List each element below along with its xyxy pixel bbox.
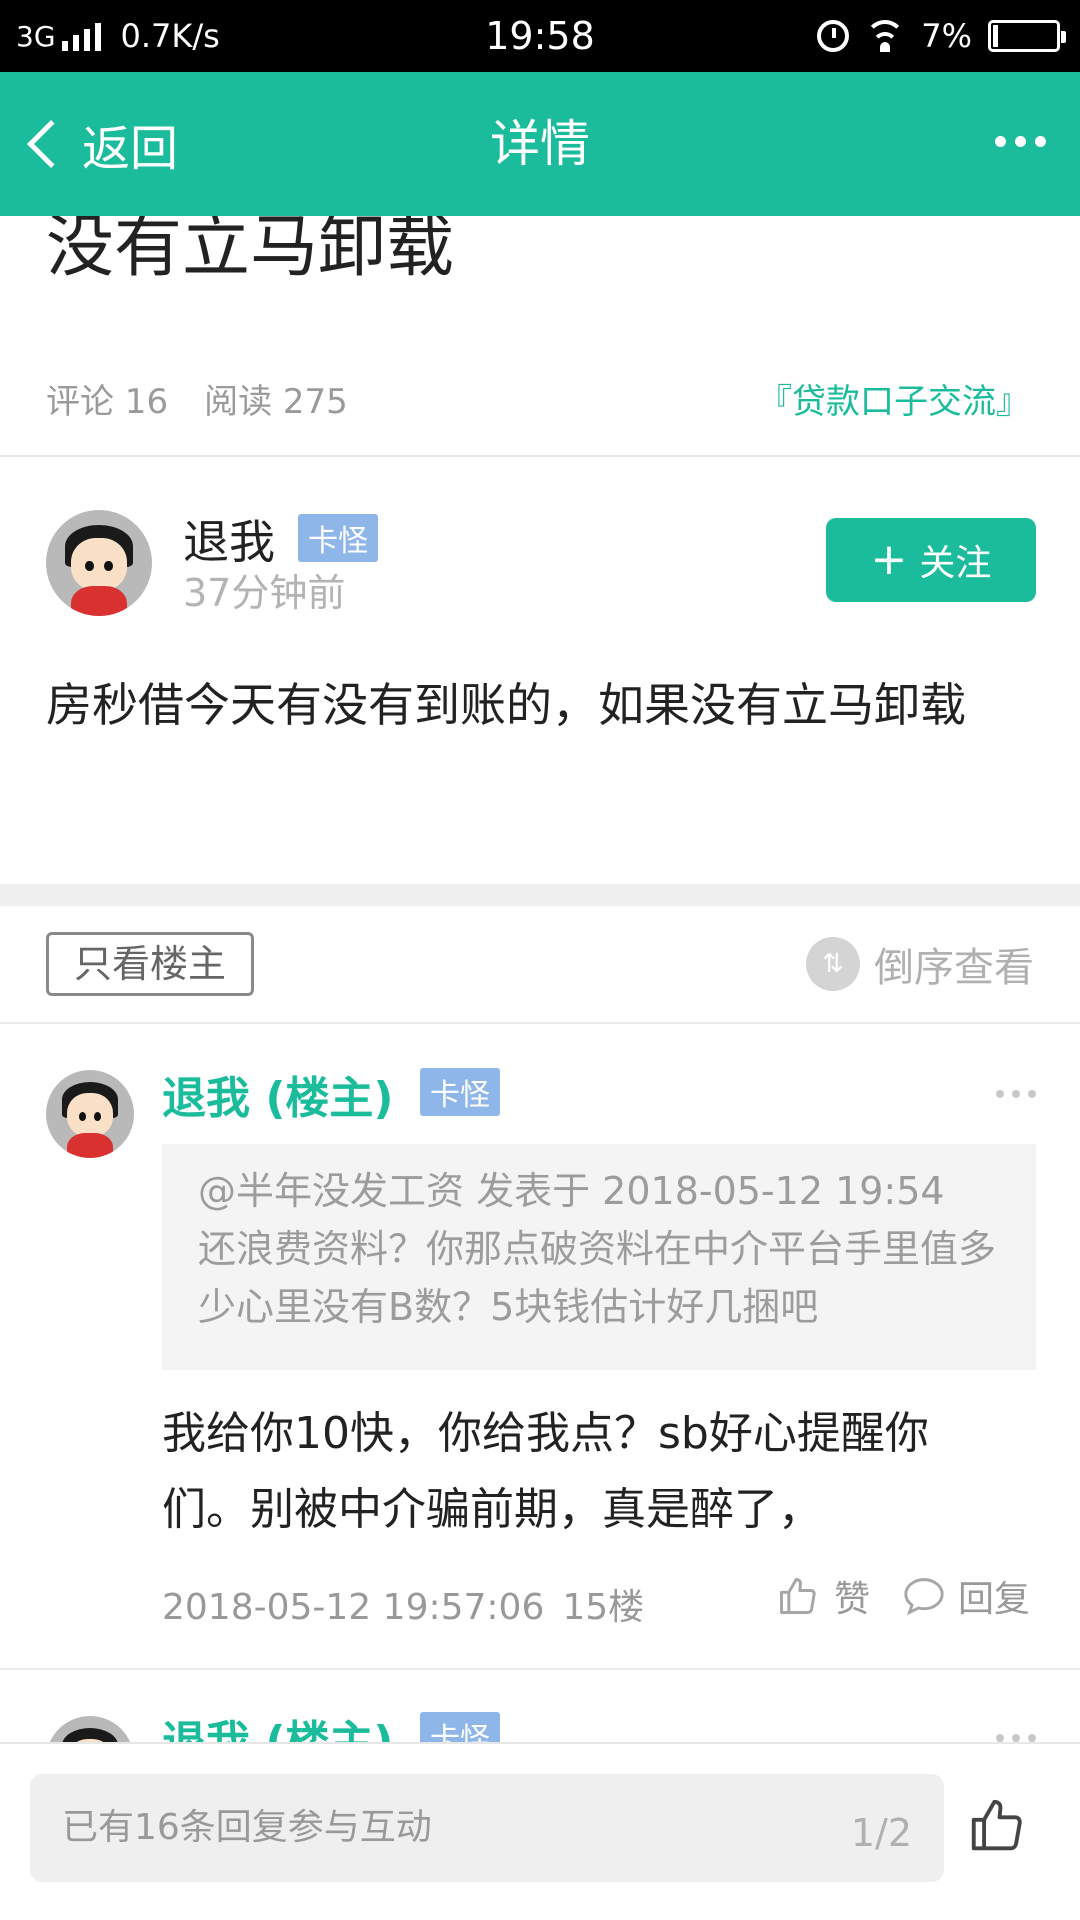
more-dot-icon [1035, 136, 1046, 147]
author-avatar[interactable] [46, 510, 152, 616]
post-title: 房秒借今天有没有到账的，如果没有立马卸载 [46, 216, 455, 287]
more-dot-icon [995, 136, 1006, 147]
reply-avatar[interactable] [46, 1716, 134, 1742]
post-time: 37分钟前 [183, 571, 346, 615]
reply-more-button[interactable] [996, 1090, 1036, 1098]
user-level-badge: 卡怪 [298, 514, 378, 562]
quote-header: @半年没发工资 发表于 2018-05-12 19:54 [198, 1169, 945, 1213]
more-options-button[interactable] [995, 136, 1046, 147]
status-bar: 3G 0.7K/s 19:58 7% [0, 0, 1080, 72]
reply-author-name[interactable]: 退我 (楼主) [162, 1062, 394, 1126]
like-label: 赞 [834, 1579, 871, 1620]
only-owner-button[interactable]: 只看楼主 [46, 932, 254, 996]
divider [0, 455, 1080, 457]
category-link[interactable]: 『贷款口子交流』 [758, 374, 1030, 423]
reply-meta: 2018-05-12 19:57:06 15楼 [162, 1578, 644, 1630]
status-right: 7% [817, 0, 1066, 72]
scroll-content[interactable]: 房秒借今天有没有到账的，如果没有立马卸载 评论 16 阅读 275 『贷款口子交流… [0, 216, 1080, 1742]
more-dot-icon [1015, 136, 1026, 147]
reply-author-name[interactable]: 退我 (楼主) [162, 1706, 394, 1742]
comment-bubble-icon [904, 1578, 944, 1616]
plus-icon: + [870, 534, 908, 585]
alarm-icon [817, 20, 850, 52]
nav-bar: 返回 详情 [0, 72, 1080, 216]
reverse-order-label: 倒序查看 [874, 945, 1034, 991]
battery-percent: 7% [921, 17, 972, 55]
bottom-bar: 已有16条回复参与互动 1/2 [0, 1742, 1080, 1920]
quoted-reply: @半年没发工资 发表于 2018-05-12 19:54 还浪费资料？你那点破资… [162, 1144, 1036, 1370]
reply-avatar[interactable] [46, 1070, 134, 1158]
reply-more-button[interactable] [996, 1734, 1036, 1742]
post-body: 房秒借今天有没有到账的，如果没有立马卸载 [46, 678, 966, 732]
reply-button[interactable]: 回复 [902, 1570, 1030, 1622]
battery-icon [988, 20, 1066, 52]
divider [0, 1668, 1080, 1670]
wifi-icon [865, 20, 906, 52]
like-button[interactable]: 赞 [776, 1570, 870, 1622]
thumbs-up-icon[interactable] [966, 1794, 1028, 1856]
reply-body: 我给你10快，你给我点？sb好心提醒你们。别被中介骗前期，真是醉了， [162, 1408, 929, 1535]
reply-input-placeholder: 已有16条回复参与互动 [62, 1807, 432, 1848]
quote-body: 还浪费资料？你那点破资料在中介平台手里值多少心里没有B数？5块钱估计好几捆吧 [198, 1227, 997, 1329]
follow-button[interactable]: + 关注 [826, 518, 1036, 602]
reverse-order-button[interactable]: ⇅ 倒序查看 [806, 932, 1034, 996]
user-level-badge: 卡怪 [420, 1712, 500, 1742]
sort-icon: ⇅ [806, 937, 860, 991]
reply-label: 回复 [958, 1579, 1031, 1620]
comment-count: 评论 16 [46, 382, 169, 422]
read-count: 阅读 275 [204, 382, 348, 422]
reply-date: 2018-05-12 19:57:06 [162, 1587, 545, 1628]
floor-number: 15楼 [562, 1587, 645, 1628]
divider [0, 1022, 1080, 1024]
follow-label: 关注 [919, 543, 992, 584]
user-level-badge: 卡怪 [420, 1068, 500, 1116]
reply-input[interactable]: 已有16条回复参与互动 1/2 [30, 1774, 944, 1882]
page-title: 详情 [490, 115, 590, 173]
page-indicator: 1/2 [850, 1811, 912, 1855]
section-separator [0, 884, 1080, 906]
post-meta: 评论 16 阅读 275 [46, 374, 348, 423]
thumbs-up-icon [780, 1578, 816, 1614]
